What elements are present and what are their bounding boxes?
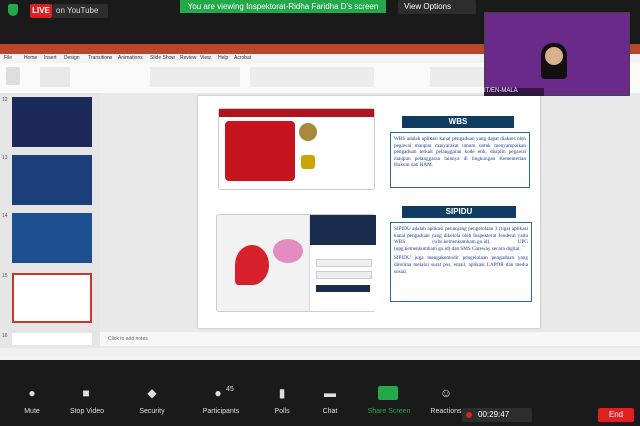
sipidu-bubbles-graphic [273, 239, 303, 263]
editing-group[interactable] [430, 67, 490, 87]
notes-pane[interactable]: Click to add notes [100, 332, 640, 346]
tab-insert[interactable]: Insert [44, 55, 57, 61]
thumbnail-slide-12[interactable] [12, 97, 92, 147]
live-platform-label[interactable]: on YouTube [52, 4, 108, 18]
end-meeting-button[interactable]: End [598, 408, 634, 422]
shield-icon [8, 4, 18, 16]
tab-design[interactable]: Design [64, 55, 80, 61]
tab-animations[interactable]: Animations [118, 55, 143, 61]
video-camera-icon[interactable]: ■ [76, 386, 96, 400]
slide-number: 16 [2, 333, 8, 339]
drawing-group[interactable] [310, 67, 374, 87]
record-dot-icon [466, 412, 472, 418]
garuda-emblem-icon [299, 123, 317, 141]
slide-thumbnails-panel[interactable]: 12 13 14 15 16 [0, 93, 100, 348]
slide-number: 13 [2, 155, 8, 161]
sipidu-paragraph-1: SIPIDU adalah aplikasi penunjang pengelo… [394, 226, 528, 252]
participant-video[interactable] [484, 12, 630, 96]
wbs-header-bar [219, 109, 374, 117]
participants-icon[interactable]: ● [208, 386, 228, 400]
tab-help[interactable]: Help [218, 55, 228, 61]
participant-face [545, 47, 563, 65]
tab-transitions[interactable]: Transitions [88, 55, 112, 61]
thumbnail-slide-13[interactable] [12, 155, 92, 205]
font-group[interactable] [150, 67, 240, 87]
wbs-description: WBS adalah aplikasi kanal pengaduan yang… [390, 132, 530, 188]
thumbnail-slide-15-selected[interactable] [12, 273, 92, 323]
sipidu-login-button [316, 285, 370, 292]
ppt-status-bar [0, 348, 640, 356]
wbs-screenshot [218, 108, 375, 190]
polls-button[interactable]: Polls [266, 408, 298, 415]
tab-slide-show[interactable]: Slide Show [150, 55, 175, 61]
security-shield-icon[interactable]: ◆ [142, 386, 162, 400]
paste-icon[interactable] [6, 67, 20, 85]
chat-button[interactable]: Chat [314, 408, 346, 415]
microphone-icon[interactable]: ● [22, 386, 42, 400]
slide-number: 12 [2, 97, 8, 103]
sipidu-username-field [316, 259, 372, 267]
recording-timer: 00:29:47 [462, 408, 532, 422]
tab-acrobat[interactable]: Acrobat [234, 55, 251, 61]
sipidu-logo-icon [235, 245, 269, 285]
tab-file[interactable]: File [4, 55, 12, 61]
mute-button[interactable]: Mute [16, 408, 48, 415]
sipidu-description: SIPIDU adalah aplikasi penunjang pengelo… [390, 222, 532, 302]
wbs-map-graphic [225, 121, 295, 181]
current-slide[interactable]: WBS WBS adalah aplikasi kanal pengaduan … [198, 96, 540, 328]
live-badge[interactable]: LIVE [30, 4, 52, 18]
slide-number: 15 [2, 273, 8, 279]
tab-review[interactable]: Review [180, 55, 196, 61]
participants-count: 45 [226, 386, 234, 393]
slides-group[interactable] [40, 67, 70, 87]
thumbnail-slide-16[interactable] [12, 333, 92, 345]
participant-name: IT/EN-MALA [484, 88, 544, 96]
polls-icon[interactable]: ▮ [272, 386, 292, 400]
view-options-button[interactable]: View Options [398, 0, 476, 14]
participants-button[interactable]: Participants [196, 408, 246, 415]
sipidu-password-field [316, 271, 372, 279]
tab-home[interactable]: Home [24, 55, 37, 61]
slide-number: 14 [2, 213, 8, 219]
chat-icon[interactable]: ▬ [320, 386, 340, 400]
timer-value: 00:29:47 [478, 410, 510, 419]
viewing-banner: You are viewing Inspektorat-Ridha Faridh… [180, 0, 386, 13]
paragraph-group[interactable] [250, 67, 310, 87]
sipidu-paragraph-2: SIPIDU juga mengakomodir pengelolaan pen… [394, 255, 528, 275]
stop-video-button[interactable]: Stop Video [62, 408, 112, 415]
sipidu-title: SIPIDU [402, 206, 516, 218]
share-screen-icon[interactable] [378, 386, 398, 400]
security-button[interactable]: Security [132, 408, 172, 415]
kemenkumham-logo-icon [301, 155, 315, 169]
share-screen-button[interactable]: Share Screen [364, 408, 414, 415]
tab-view[interactable]: View [200, 55, 211, 61]
wbs-title: WBS [402, 116, 514, 128]
sipidu-login-panel [309, 215, 376, 311]
sipidu-screenshot [216, 214, 376, 312]
sipidu-login-header [310, 215, 376, 245]
reactions-icon[interactable]: ☺ [436, 386, 456, 400]
thumbnail-slide-14[interactable] [12, 213, 92, 263]
